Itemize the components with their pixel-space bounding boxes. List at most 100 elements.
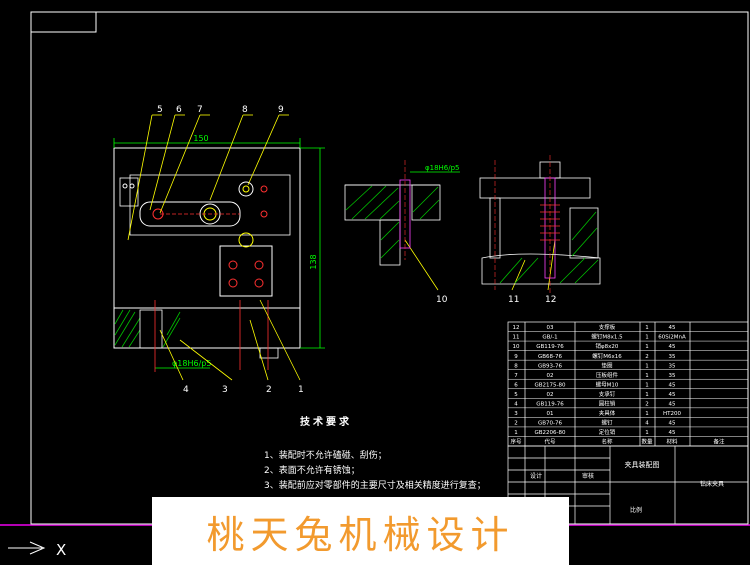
table-cell-qty: 1: [645, 430, 649, 436]
table-cell-material: 45: [669, 430, 676, 436]
tech-note-3: 3、装配前应对零部件的主要尺寸及相关精度进行复查；: [264, 481, 486, 491]
table-cell-code: GB93-76: [538, 363, 563, 369]
table-cell-name: 夹具体: [599, 409, 616, 417]
table-cell-material: HT200: [663, 411, 681, 417]
drawing-frame: [30, 11, 749, 525]
table-cell-qty: 数量: [641, 438, 653, 446]
table-cell-qty: 1: [645, 363, 649, 369]
dim-width-label: 150: [193, 134, 208, 143]
table-cell-material: 35: [669, 363, 676, 369]
table-cell-code: GB2175-80: [534, 382, 566, 388]
table-cell-no: 12: [513, 325, 520, 331]
table-cell-no: 4: [514, 401, 518, 407]
table-cell-code: GB70-76: [538, 421, 563, 427]
table-cell-no: 5: [514, 392, 518, 398]
table-cell-qty: 2: [645, 401, 649, 407]
table-cell-material: 45: [669, 382, 676, 388]
table-cell-no: 3: [514, 411, 518, 417]
main-view: [113, 138, 325, 372]
title-drawn: 设计: [530, 472, 542, 480]
table-cell-name: 名称: [601, 438, 613, 446]
side-view: [479, 155, 601, 295]
table-cell-name: 支撑板: [599, 323, 616, 331]
table-cell-name: 螺钉M8x1.5: [591, 333, 623, 341]
table-cell-name: 螺钉: [601, 419, 613, 427]
table-cell-qty: 1: [645, 344, 649, 350]
table-cell-code: GB2206-80: [534, 430, 566, 436]
table-cell-code: 02: [547, 373, 554, 379]
table-cell-qty: 1: [645, 411, 649, 417]
table-cell-code: 03: [547, 325, 554, 331]
table-cell-material: 45: [669, 392, 676, 398]
table-cell-no: 序号: [510, 438, 522, 446]
tech-note-1: 1、装配时不允许磕碰、刮伤；: [264, 451, 387, 461]
table-cell-code: 代号: [544, 438, 556, 446]
table-cell-material: 材料: [666, 438, 678, 446]
section-view-pin: [344, 160, 460, 266]
balloon-11: 11: [508, 295, 519, 305]
table-cell-code: GB119-76: [536, 344, 564, 350]
watermark-text: 桃天兔机械设计: [206, 512, 515, 557]
parts-table-rows: 12 03 支撑板 1 4511 GB/-1 螺钉M8x1.5 1 60Si2MnA10 GB11…: [508, 323, 748, 446]
table-cell-no: 7: [514, 373, 518, 379]
balloon-8: 8: [242, 105, 248, 115]
table-cell-name: 支承钉: [599, 390, 616, 398]
balloon-4: 4: [183, 385, 189, 395]
balloon-10: 10: [436, 295, 448, 305]
table-cell-material: 45: [669, 325, 676, 331]
balloon-5: 5: [157, 105, 163, 115]
table-cell-name: 垫圈: [601, 361, 613, 369]
table-cell-qty: 1: [645, 335, 649, 341]
table-cell-remark: 备注: [713, 438, 725, 446]
watermark-banner: 桃天兔机械设计: [152, 497, 569, 565]
table-cell-no: 10: [513, 344, 520, 350]
table-cell-no: 11: [513, 335, 520, 341]
table-cell-code: GB68-76: [538, 354, 563, 360]
table-cell-no: 6: [514, 382, 518, 388]
table-cell-material: 45: [669, 401, 676, 407]
table-cell-qty: 1: [645, 382, 649, 388]
table-cell-name: 螺母M10: [596, 380, 619, 388]
dim-fit-left: φ18H6/p5: [172, 359, 211, 368]
tech-requirements-title: 技术要求: [300, 417, 352, 428]
ucs-x-label: X: [56, 541, 67, 559]
ucs-icon: [8, 541, 46, 555]
table-cell-code: GB/-1: [542, 335, 557, 341]
table-cell-code: 01: [547, 411, 554, 417]
table-cell-qty: 1: [645, 325, 649, 331]
balloon-9: 9: [278, 105, 284, 115]
table-cell-name: 压板组件: [596, 371, 619, 379]
table-cell-name: 螺钉M6x16: [592, 352, 622, 360]
title-checked: 审核: [582, 472, 594, 480]
dim-fit-right: φ18H6/p5: [425, 164, 460, 172]
table-cell-name: 圆柱销: [599, 399, 616, 407]
table-cell-qty: 4: [645, 421, 649, 427]
table-cell-no: 9: [514, 354, 518, 360]
title-drawing-name: 夹具装配图: [625, 460, 660, 469]
table-cell-qty: 1: [645, 392, 649, 398]
title-scale: 比例: [630, 506, 642, 514]
table-cell-no: 1: [514, 430, 518, 436]
table-cell-material: 60Si2MnA: [658, 335, 686, 341]
table-cell-material: 35: [669, 373, 676, 379]
table-cell-no: 2: [514, 421, 518, 427]
balloon-2: 2: [266, 385, 272, 395]
table-cell-name: 定位销: [599, 428, 616, 436]
balloon-6: 6: [176, 105, 182, 115]
table-cell-code: 02: [547, 392, 554, 398]
table-cell-qty: 1: [645, 373, 649, 379]
balloon-3: 3: [222, 385, 228, 395]
balloon-1: 1: [298, 385, 304, 395]
table-cell-material: 35: [669, 354, 676, 360]
table-cell-name: 销φ8x20: [596, 342, 619, 350]
table-cell-code: GB119-76: [536, 401, 564, 407]
table-cell-material: 45: [669, 421, 676, 427]
dim-height-label: 138: [309, 254, 318, 269]
tech-note-2: 2、表面不允许有锈蚀；: [264, 466, 360, 476]
frame-corner-box: [30, 11, 97, 33]
balloon-12: 12: [545, 295, 556, 305]
table-cell-qty: 2: [645, 354, 649, 360]
table-cell-no: 8: [514, 363, 518, 369]
leader-lines: [127, 114, 556, 381]
balloon-7: 7: [197, 105, 203, 115]
